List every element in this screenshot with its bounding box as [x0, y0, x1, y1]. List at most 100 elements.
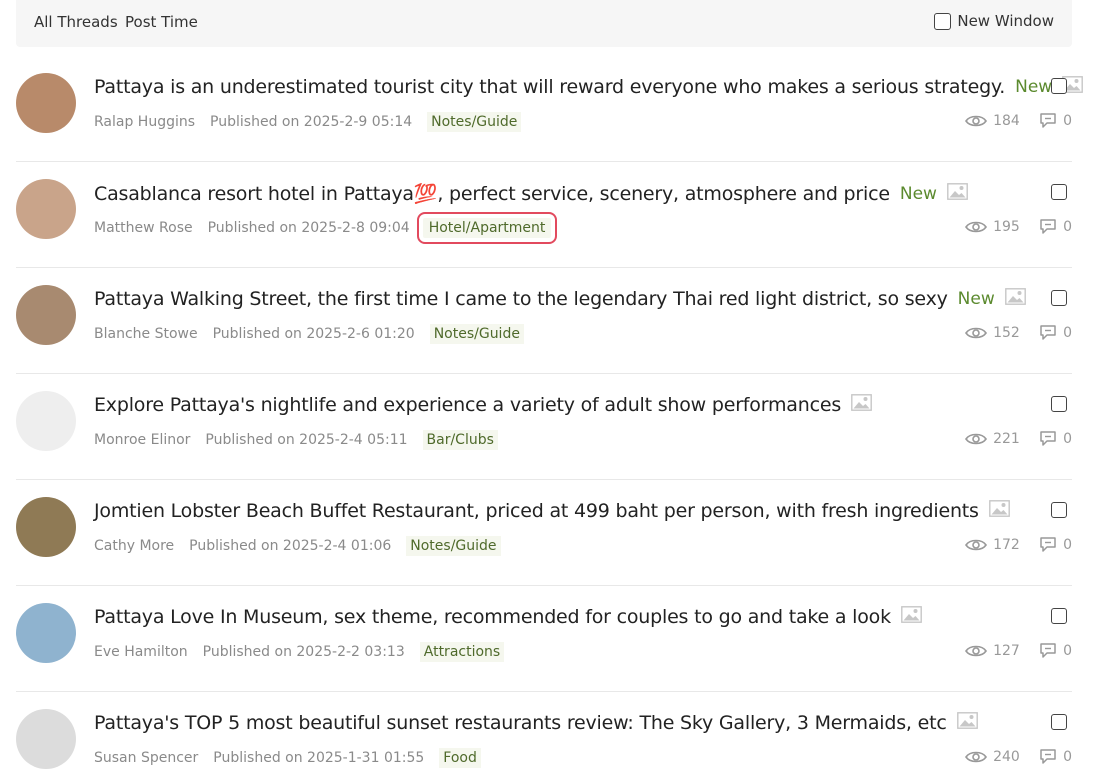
reply-count: 0: [1063, 536, 1072, 553]
thread-select-checkbox[interactable]: [1051, 184, 1067, 200]
view-count: 184: [993, 112, 1020, 129]
author-name[interactable]: Eve Hamilton: [94, 644, 188, 660]
tab-post-time[interactable]: Post Time: [125, 13, 198, 31]
category-tag[interactable]: Attractions: [419, 642, 505, 662]
view-count: 172: [993, 536, 1020, 553]
thread-title[interactable]: Explore Pattaya's nightlife and experien…: [94, 394, 841, 416]
thread-select-checkbox[interactable]: [1051, 78, 1067, 94]
thread-title[interactable]: Jomtien Lobster Beach Buffet Restaurant,…: [94, 500, 979, 522]
view-count: 221: [993, 430, 1020, 447]
new-badge: New: [1015, 77, 1053, 97]
author-name[interactable]: Susan Spencer: [94, 750, 198, 766]
thread-stats: 240 0: [965, 748, 1072, 765]
thread-meta: Susan Spencer Published on 2025-1-31 01:5…: [94, 748, 481, 768]
author-name[interactable]: Blanche Stowe: [94, 326, 198, 342]
view-count: 127: [993, 642, 1020, 659]
thread-title-line: Pattaya Love In Museum, sex theme, recom…: [94, 606, 922, 628]
comment-icon: [1039, 748, 1057, 765]
thread-stats: 127 0: [965, 642, 1072, 659]
new-badge: New: [899, 183, 937, 204]
publish-date: Published on 2025-2-4 05:11: [205, 432, 408, 448]
thread-stats: 172 0: [965, 536, 1072, 553]
thread-select-checkbox[interactable]: [1051, 396, 1067, 412]
reply-count: 0: [1063, 324, 1072, 341]
reply-count: 0: [1063, 112, 1072, 129]
comment-icon: [1039, 218, 1057, 235]
thread-row: Jomtien Lobster Beach Buffet Restaurant,…: [16, 480, 1072, 586]
thread-select-checkbox[interactable]: [1051, 714, 1067, 730]
reply-count: 0: [1063, 430, 1072, 447]
publish-date: Published on 2025-2-4 01:06: [189, 538, 392, 554]
publish-date: Published on 2025-2-8 09:04: [207, 220, 410, 236]
new-badge: New: [957, 289, 995, 309]
thread-meta: Monroe Elinor Published on 2025-2-4 05:11…: [94, 430, 498, 450]
avatar[interactable]: [16, 497, 76, 557]
author-name[interactable]: Monroe Elinor: [94, 432, 190, 448]
thread-title-line: Pattaya is an underestimated tourist cit…: [94, 76, 1084, 98]
thread-select-checkbox[interactable]: [1051, 608, 1067, 624]
reply-count: 0: [1063, 748, 1072, 765]
author-name[interactable]: Ralap Huggins: [94, 114, 195, 130]
thread-title-line: Pattaya's TOP 5 most beautiful sunset re…: [94, 712, 978, 734]
thread-stats: 152 0: [965, 324, 1072, 341]
category-tag[interactable]: Notes/Guide: [406, 536, 501, 556]
eye-icon: [965, 644, 988, 658]
new-window-label: New Window: [957, 12, 1054, 30]
thread-title[interactable]: Pattaya is an underestimated tourist cit…: [94, 76, 1005, 98]
thread-title[interactable]: Casablanca resort hotel in Pattaya: [94, 183, 414, 205]
category-tag[interactable]: Bar/Clubs: [422, 430, 498, 450]
reply-count: 0: [1063, 218, 1072, 235]
author-name[interactable]: Cathy More: [94, 538, 174, 554]
thread-row: Casablanca resort hotel in Pattaya 💯, per…: [16, 162, 1072, 268]
thread-meta: Cathy More Published on 2025-2-4 01:06 Not…: [94, 536, 501, 556]
comment-icon: [1039, 536, 1057, 553]
eye-icon: [965, 114, 988, 128]
thread-row: Pattaya is an underestimated tourist cit…: [16, 56, 1084, 162]
author-name[interactable]: Matthew Rose: [94, 220, 193, 236]
category-tag[interactable]: Notes/Guide: [427, 112, 522, 132]
comment-icon: [1039, 324, 1057, 341]
thread-select-checkbox[interactable]: [1051, 290, 1067, 306]
reply-count: 0: [1063, 642, 1072, 659]
thread-select-checkbox[interactable]: [1051, 502, 1067, 518]
thread-row: Explore Pattaya's nightlife and experien…: [16, 374, 1072, 480]
avatar[interactable]: [16, 391, 76, 451]
avatar[interactable]: [16, 709, 76, 769]
image-attachment-icon: [995, 288, 1026, 310]
category-tag[interactable]: Hotel/Apartment: [416, 212, 558, 244]
thread-meta: Ralap Huggins Published on 2025-2-9 05:14…: [94, 112, 522, 132]
image-attachment-icon: [841, 394, 872, 416]
thread-title-rest[interactable]: , perfect service, scenery, atmosphere a…: [437, 183, 890, 205]
category-tag[interactable]: Notes/Guide: [429, 324, 524, 344]
new-window-checkbox[interactable]: [934, 12, 952, 30]
eye-icon: [965, 326, 988, 340]
comment-icon: [1039, 112, 1057, 129]
image-attachment-icon: [891, 606, 922, 628]
avatar[interactable]: [16, 179, 76, 239]
comment-icon: [1039, 642, 1057, 659]
thread-title-line: Explore Pattaya's nightlife and experien…: [94, 394, 872, 416]
thread-title-line: Jomtien Lobster Beach Buffet Restaurant,…: [94, 500, 1010, 522]
thread-title[interactable]: Pattaya Walking Street, the first time I…: [94, 288, 948, 310]
eye-icon: [965, 538, 988, 552]
thread-row: Pattaya's TOP 5 most beautiful sunset re…: [16, 692, 1072, 781]
publish-date: Published on 2025-2-6 01:20: [212, 326, 415, 342]
thread-row: Pattaya Love In Museum, sex theme, recom…: [16, 586, 1072, 692]
view-count: 195: [993, 218, 1020, 235]
new-window-toggle[interactable]: New Window: [934, 12, 1054, 30]
thread-title[interactable]: Pattaya Love In Museum, sex theme, recom…: [94, 606, 891, 628]
eye-icon: [965, 432, 988, 446]
avatar[interactable]: [16, 603, 76, 663]
thread-title[interactable]: Pattaya's TOP 5 most beautiful sunset re…: [94, 712, 947, 734]
avatar[interactable]: [16, 73, 76, 133]
thread-filter-bar: All Threads Post Time New Window: [16, 0, 1072, 47]
image-attachment-icon: [947, 712, 978, 734]
thread-meta: Matthew Rose Published on 2025-2-8 09:04 H…: [94, 212, 565, 244]
eye-icon: [965, 750, 988, 764]
view-count: 152: [993, 324, 1020, 341]
avatar[interactable]: [16, 285, 76, 345]
thread-meta: Eve Hamilton Published on 2025-2-2 03:13 A…: [94, 642, 505, 662]
thread-title-line: Casablanca resort hotel in Pattaya 💯, per…: [94, 182, 968, 205]
tab-all-threads[interactable]: All Threads: [34, 13, 118, 31]
category-tag[interactable]: Food: [439, 748, 481, 768]
